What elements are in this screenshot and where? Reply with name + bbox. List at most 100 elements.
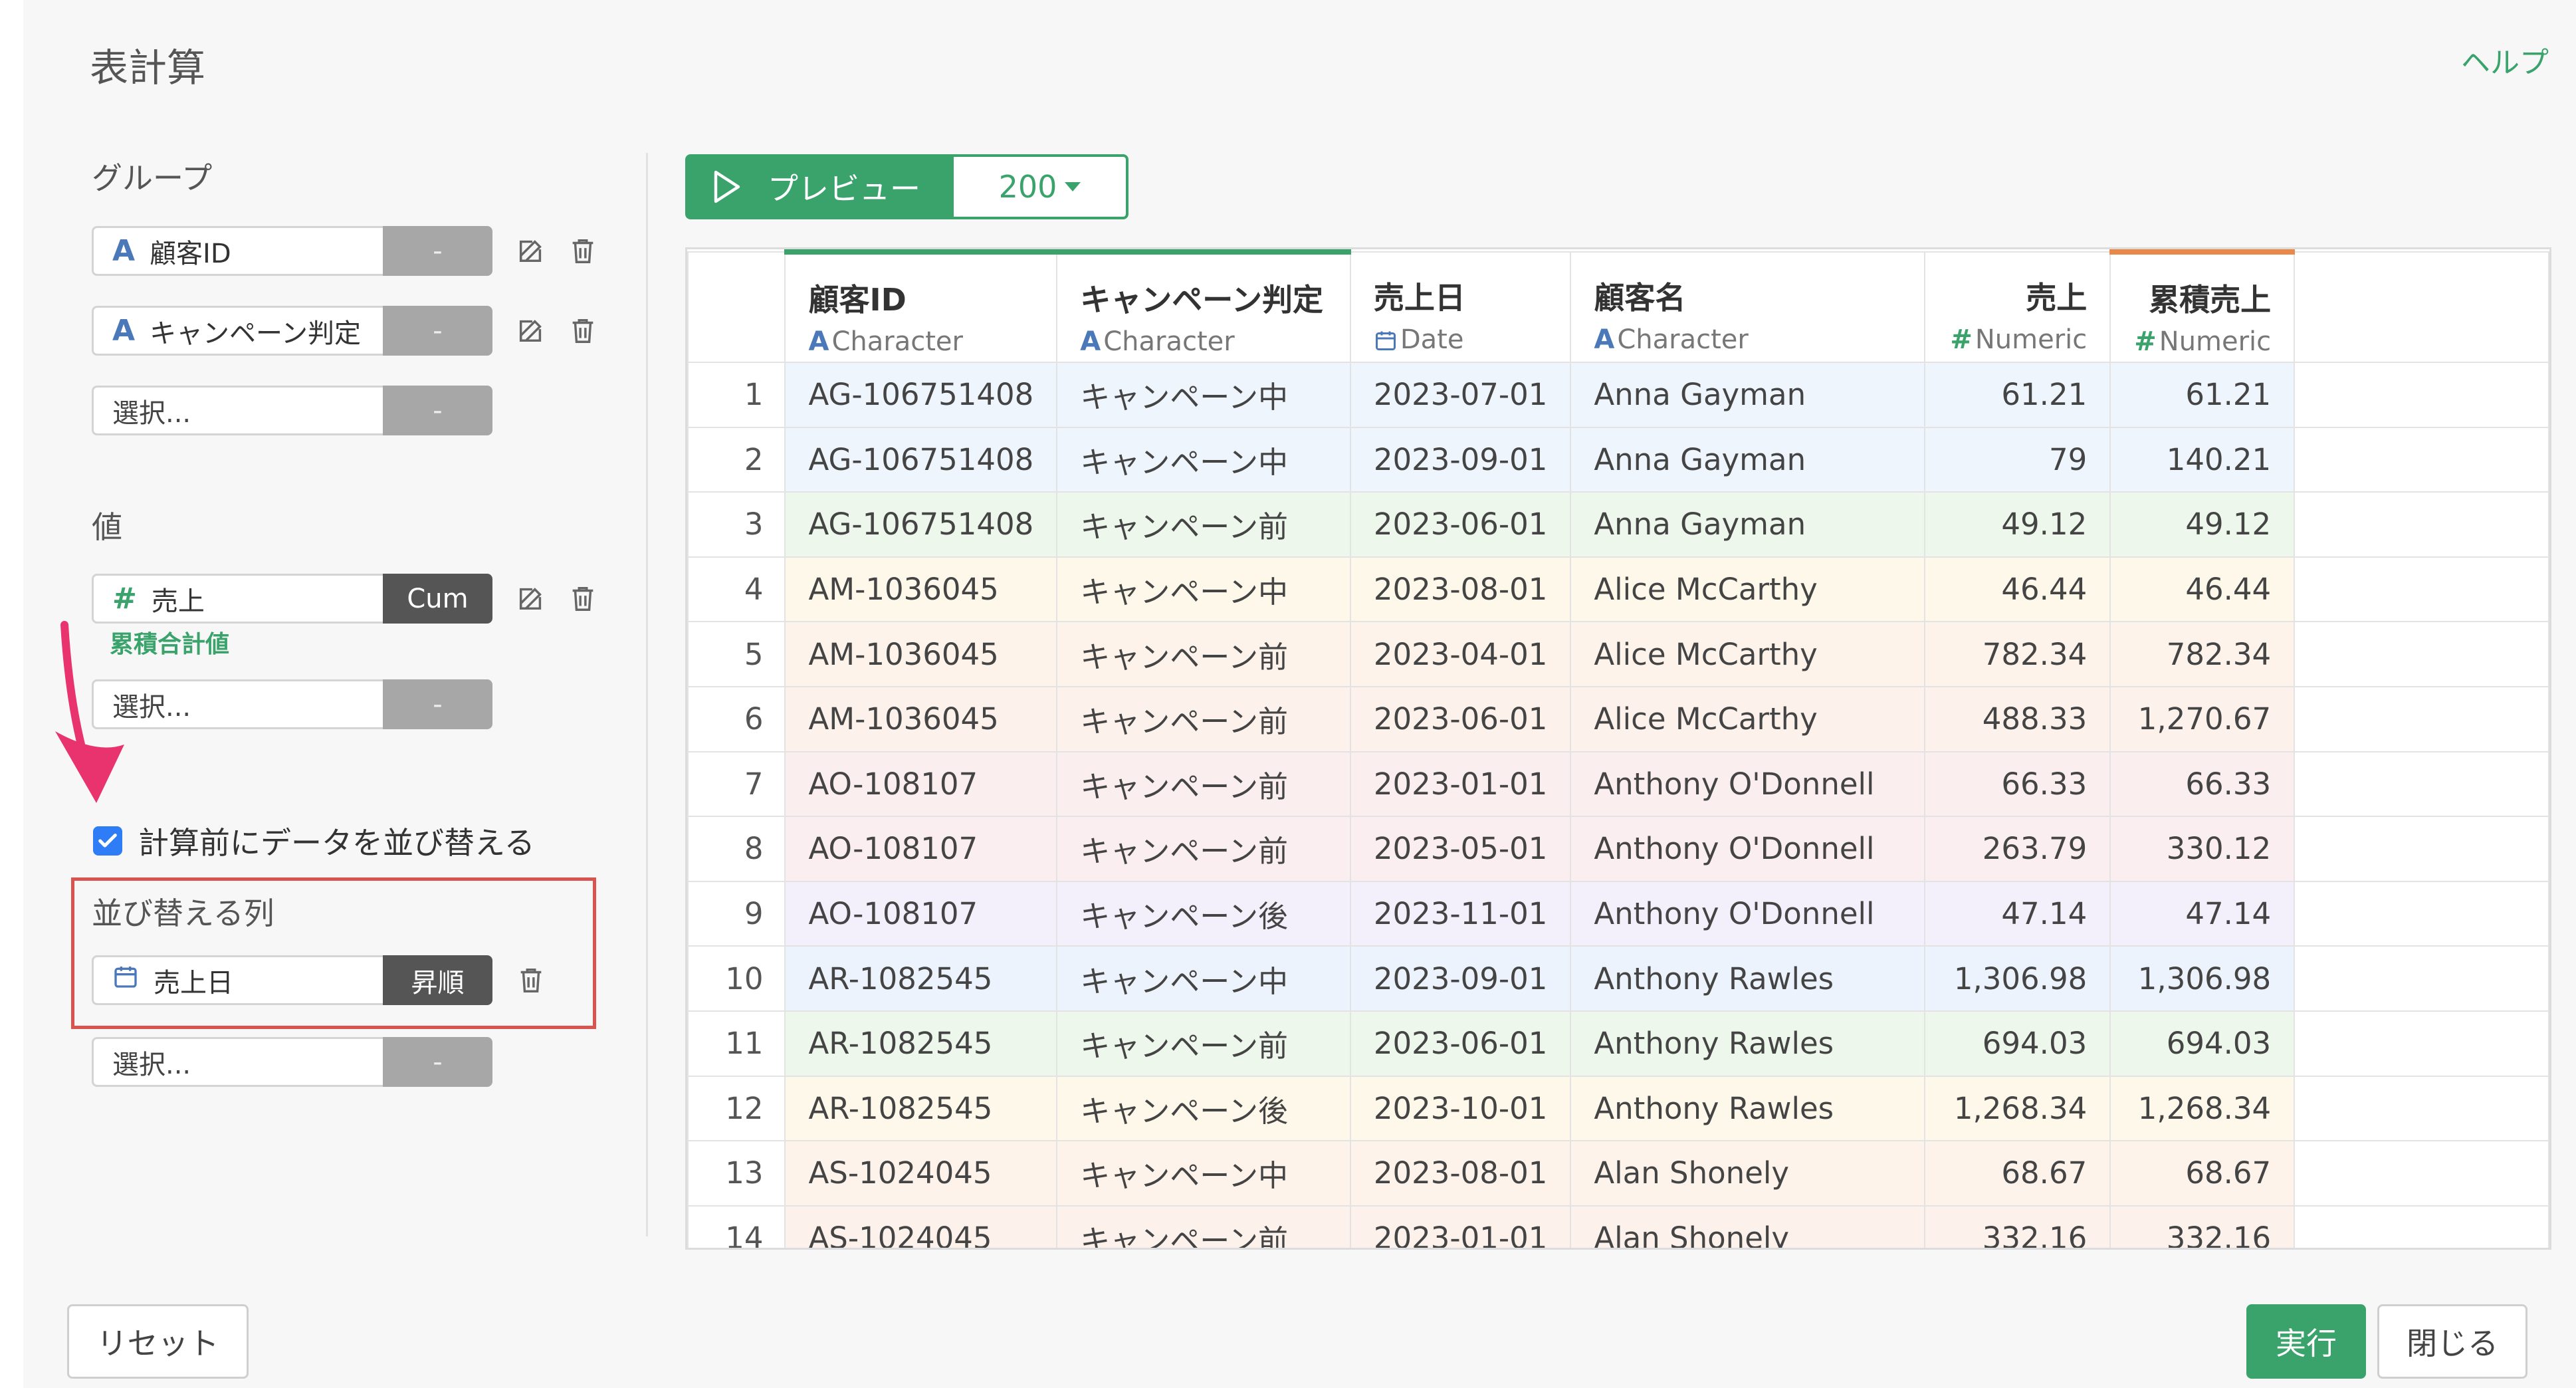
sort-order-button[interactable]: 昇順 <box>383 955 492 1005</box>
table-cell: キャンペーン中 <box>1056 362 1351 428</box>
preview-count-dropdown[interactable]: 200 <box>951 154 1128 219</box>
trash-icon[interactable] <box>515 964 547 996</box>
column-header[interactable]: 累積売上 # Numeric <box>2109 249 2296 363</box>
table-row: 14 AS-1024045 キャンペーン前 2023-01-01 Alan Shonel… <box>687 1205 2549 1248</box>
sort-select-button[interactable]: - <box>383 1037 492 1087</box>
table-row: 6 AM-1036045 キャンペーン前 2023-06-01 Alice McCart… <box>687 685 2549 752</box>
table-cell: キャンペーン前 <box>1056 621 1351 687</box>
edit-icon[interactable] <box>515 235 547 267</box>
preview-button[interactable]: プレビュー <box>685 154 951 219</box>
table-cell: 332.16 <box>1923 1205 2111 1248</box>
table-cell: Alice McCarthy <box>1570 621 1925 687</box>
value-select: 選択... - <box>92 679 492 729</box>
group-field-label: 顧客ID <box>150 238 231 269</box>
row-number: 1 <box>687 362 786 428</box>
row-number: 6 <box>687 685 786 752</box>
table-cell: キャンペーン中 <box>1056 945 1351 1012</box>
help-link[interactable]: ヘルプ <box>2461 39 2549 81</box>
column-header[interactable]: 売上日 Date <box>1349 251 1572 363</box>
table-cell: 66.33 <box>2109 751 2296 818</box>
row-number: 3 <box>687 491 786 558</box>
column-header[interactable]: キャンペーン判定 A Character <box>1056 249 1351 363</box>
sort-select-field[interactable]: 選択... <box>92 1037 383 1087</box>
table-cell: 47.14 <box>1923 880 2111 947</box>
table-cell: 1,268.34 <box>2109 1075 2296 1142</box>
table-cell: 66.33 <box>1923 751 2111 818</box>
table-cell: AG-106751408 <box>784 491 1058 558</box>
table-cell: 2023-11-01 <box>1349 880 1572 947</box>
value-label: 値 <box>92 509 122 545</box>
character-type-icon: A <box>808 326 829 357</box>
trash-icon[interactable] <box>567 235 599 267</box>
empty-cell <box>2294 491 2549 558</box>
table-cell: 2023-06-01 <box>1349 491 1572 558</box>
table-cell: 2023-08-01 <box>1349 1140 1572 1207</box>
sort-before-calc-label: 計算前にデータを並び替える <box>138 825 535 861</box>
value-field[interactable]: # 売上 <box>92 574 383 624</box>
table-row: 12 AR-1082545 キャンペーン後 2023-10-01 Anthony Raw… <box>687 1075 2549 1142</box>
table-cell: 2023-08-01 <box>1349 556 1572 623</box>
sort-before-calc-option[interactable]: 計算前にデータを並び替える <box>93 819 535 863</box>
dialog-title: 表計算 <box>90 45 206 90</box>
group-select-field[interactable]: 選択... <box>92 386 383 435</box>
group-field[interactable]: A 顧客ID <box>92 226 383 276</box>
table-cell: 2023-10-01 <box>1349 1075 1572 1142</box>
group-field[interactable]: A キャンペーン判定 <box>92 306 383 356</box>
table-cell: キャンペーン前 <box>1056 816 1351 882</box>
table-cell: 46.44 <box>2109 556 2296 623</box>
calc-type-button[interactable]: Cum <box>383 574 492 624</box>
run-button[interactable]: 実行 <box>2246 1304 2366 1379</box>
table-row: 3 AG-106751408 キャンペーン前 2023-06-01 Anna Gayma… <box>687 491 2549 558</box>
table-cell: 79 <box>1923 426 2111 493</box>
sort-field-label: 売上日 <box>154 967 233 998</box>
empty-cell <box>2294 1205 2549 1248</box>
value-field-label: 売上 <box>151 586 205 617</box>
character-type-icon: A <box>1594 324 1615 355</box>
table-cell: キャンペーン前 <box>1056 1010 1351 1077</box>
table-cell: 782.34 <box>1923 621 2111 687</box>
preview-count-value: 200 <box>998 169 1057 205</box>
row-number: 7 <box>687 751 786 818</box>
table-cell: 330.12 <box>2109 816 2296 882</box>
table-cell: AM-1036045 <box>784 621 1058 687</box>
empty-cell <box>2294 556 2549 623</box>
sort-select: 選択... - <box>92 1037 492 1087</box>
value-item-sales: # 売上 Cum <box>92 574 492 624</box>
table-cell: Anthony O'Donnell <box>1570 751 1925 818</box>
table-cell: 2023-01-01 <box>1349 1205 1572 1248</box>
preview-table[interactable]: 顧客ID A Character キャンペーン判定 A Character 売上日 … <box>685 247 2551 1250</box>
table-cell: Alan Shonely <box>1570 1140 1925 1207</box>
value-select-button[interactable]: - <box>383 679 492 729</box>
table-cell: 2023-04-01 <box>1349 621 1572 687</box>
group-option-button[interactable]: - <box>383 226 492 276</box>
edit-icon[interactable] <box>515 314 547 346</box>
row-number: 5 <box>687 621 786 687</box>
table-cell: Anthony Rawles <box>1570 1075 1925 1142</box>
table-calculation-dialog: 表計算 ヘルプ グループ A 顧客ID - A キャンペーン判定 - 選択...… <box>23 0 2576 1388</box>
numeric-type-icon: # <box>2134 326 2157 357</box>
table-cell: 2023-06-01 <box>1349 685 1572 752</box>
sort-before-calc-checkbox[interactable] <box>93 826 122 856</box>
group-select-button[interactable]: - <box>383 386 492 435</box>
column-header[interactable]: 売上 # Numeric <box>1923 251 2111 363</box>
column-header[interactable]: 顧客ID A Character <box>784 249 1058 363</box>
column-header[interactable]: 顧客名 A Character <box>1570 251 1925 363</box>
close-button[interactable]: 閉じる <box>2377 1304 2527 1379</box>
edit-icon[interactable] <box>515 582 547 614</box>
table-cell: AS-1024045 <box>784 1205 1058 1248</box>
table-cell: 68.67 <box>2109 1140 2296 1207</box>
table-cell: キャンペーン後 <box>1056 1075 1351 1142</box>
table-cell: 1,268.34 <box>1923 1075 2111 1142</box>
table-cell: Anthony Rawles <box>1570 945 1925 1012</box>
reset-button[interactable]: リセット <box>67 1304 249 1379</box>
table-cell: 263.79 <box>1923 816 2111 882</box>
sort-field[interactable]: 売上日 <box>92 955 383 1005</box>
table-row: 10 AR-1082545 キャンペーン中 2023-09-01 Anthony Raw… <box>687 945 2549 1012</box>
empty-cell <box>2294 1075 2549 1142</box>
trash-icon[interactable] <box>567 314 599 346</box>
group-label: グループ <box>92 160 213 196</box>
group-option-button[interactable]: - <box>383 306 492 356</box>
empty-cell <box>2294 426 2549 493</box>
panel-divider <box>646 153 648 1236</box>
trash-icon[interactable] <box>567 582 599 614</box>
